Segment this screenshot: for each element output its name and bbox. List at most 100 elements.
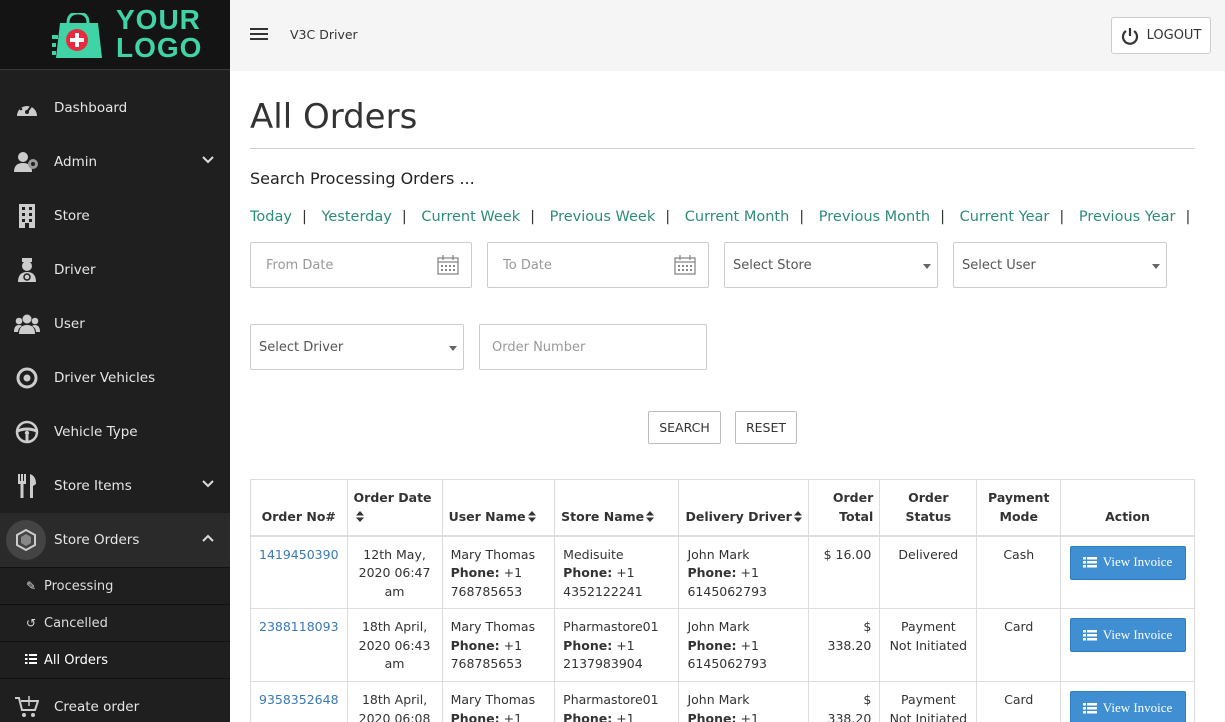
- select-store-dropdown[interactable]: Select Store: [724, 242, 938, 288]
- sidebar-item-label: Dashboard: [54, 100, 128, 116]
- sidebar-subitem-label: Cancelled: [44, 615, 108, 631]
- sidebar-item-user[interactable]: User: [0, 297, 230, 351]
- sidebar-item-driver-vehicles[interactable]: Driver Vehicles: [0, 351, 230, 405]
- logo-text: YOUR LOGO: [116, 6, 202, 62]
- driver-cell: John MarkPhone: +1 6145062793: [678, 608, 809, 682]
- to-date-placeholder: To Date: [503, 257, 552, 273]
- target-icon: [14, 365, 40, 391]
- col-label: Payment Mode: [988, 489, 1050, 524]
- filter-previous-month[interactable]: Previous Month: [819, 209, 930, 225]
- sidebar-item-driver[interactable]: Driver: [0, 243, 230, 297]
- sidebar-item-label: Store Orders: [54, 532, 140, 548]
- user-cell: Mary ThomasPhone: +1 768785653: [441, 535, 556, 609]
- order-total: $ 338.20: [807, 681, 881, 722]
- calendar-icon[interactable]: [437, 255, 459, 275]
- payment-mode: Cash: [976, 535, 1062, 609]
- order-number-link[interactable]: 1419450390: [259, 547, 339, 562]
- sidebar-item-vehicle-type[interactable]: Vehicle Type: [0, 405, 230, 459]
- cart-plus-icon: [14, 694, 40, 720]
- separator: |: [1059, 209, 1065, 225]
- logo-bag-icon: [52, 13, 102, 58]
- sidebar-item-store[interactable]: Store: [0, 189, 230, 243]
- sidebar-subitem-all-orders[interactable]: All Orders: [0, 641, 230, 678]
- search-button[interactable]: SEARCH: [648, 411, 721, 444]
- phone-label: Phone:: [450, 637, 500, 653]
- order-number-link[interactable]: 9358352648: [259, 692, 339, 707]
- sort-icon[interactable]: [527, 510, 536, 522]
- col-order-status: Order Status: [879, 479, 978, 537]
- col-label: Order No#: [261, 508, 336, 524]
- search-title: Search Processing Orders ...: [250, 169, 475, 188]
- from-date-input[interactable]: From Date: [250, 242, 472, 288]
- col-order-date[interactable]: Order Date: [346, 479, 443, 537]
- app-brand: V3C Driver: [290, 27, 358, 42]
- order-date: 18th April, 2020 06:08 am: [346, 681, 443, 722]
- sort-icon[interactable]: [646, 510, 655, 522]
- logo[interactable]: YOUR LOGO: [0, 0, 230, 70]
- col-user-name[interactable]: User Name: [441, 479, 556, 537]
- separator: |: [665, 209, 671, 225]
- table-header-row: Order No# Order Date User Name Store Nam…: [250, 479, 1195, 537]
- sidebar-item-create-order[interactable]: Create order: [0, 678, 230, 722]
- select-driver-dropdown[interactable]: Select Driver: [250, 324, 464, 370]
- view-invoice-button[interactable]: View Invoice: [1069, 691, 1186, 722]
- filter-today[interactable]: Today: [250, 209, 292, 225]
- sidebar-subitem-processing[interactable]: ✎ Processing: [0, 567, 230, 604]
- filter-yesterday[interactable]: Yesterday: [321, 209, 391, 225]
- driver-cell: John MarkPhone: +1 6145062793: [678, 681, 809, 722]
- filter-current-year[interactable]: Current Year: [960, 209, 1050, 225]
- calendar-icon[interactable]: [674, 255, 696, 275]
- sidebar-item-store-orders[interactable]: Store Orders: [0, 513, 230, 567]
- filter-current-week[interactable]: Current Week: [421, 209, 520, 225]
- payment-mode: Card: [976, 608, 1062, 682]
- sidebar-item-dashboard[interactable]: Dashboard: [0, 81, 230, 135]
- user-name: Mary Thomas: [450, 619, 536, 634]
- users-icon: [14, 311, 40, 337]
- order-number-input[interactable]: Order Number: [479, 324, 707, 370]
- select-user-dropdown[interactable]: Select User: [953, 242, 1167, 288]
- sidebar-item-label: Store Items: [54, 478, 132, 494]
- view-invoice-button[interactable]: View Invoice: [1069, 545, 1186, 580]
- phone-label: Phone:: [687, 710, 737, 722]
- sort-icon[interactable]: [355, 510, 364, 522]
- phone-label: Phone:: [563, 565, 613, 580]
- col-label: Order Total: [832, 489, 874, 524]
- order-total: $ 338.20: [807, 608, 881, 682]
- from-date-placeholder: From Date: [266, 257, 334, 273]
- view-invoice-button[interactable]: View Invoice: [1069, 618, 1186, 652]
- chevron-down-icon[interactable]: [202, 480, 214, 488]
- filter-previous-week[interactable]: Previous Week: [550, 209, 656, 225]
- view-invoice-label: View Invoice: [1102, 554, 1173, 570]
- order-number-link[interactable]: 2388118093: [259, 619, 339, 634]
- phone-label: Phone:: [450, 710, 500, 722]
- col-order-no[interactable]: Order No#: [250, 479, 348, 537]
- col-store-name[interactable]: Store Name: [554, 479, 680, 537]
- chevron-up-icon[interactable]: [202, 534, 214, 542]
- driver-name: John Mark: [687, 619, 750, 634]
- separator: |: [301, 209, 307, 225]
- logout-button[interactable]: LOGOUT: [1111, 17, 1211, 54]
- chevron-down-icon[interactable]: [202, 156, 214, 164]
- reset-button[interactable]: RESET: [735, 411, 797, 444]
- sort-icon[interactable]: [793, 510, 802, 522]
- pencil-icon: ✎: [25, 579, 37, 593]
- select-driver-value: Select Driver: [259, 339, 344, 355]
- filter-previous-year[interactable]: Previous Year: [1079, 209, 1176, 225]
- sidebar-subitem-label: Processing: [44, 578, 114, 594]
- store-name: Medisuite: [563, 546, 624, 562]
- table-row: 2388118093 18th April, 2020 06:43 am Mar…: [250, 608, 1195, 682]
- sidebar-item-store-items[interactable]: Store Items: [0, 459, 230, 513]
- filter-current-month[interactable]: Current Month: [685, 209, 790, 225]
- col-order-total: Order Total: [807, 479, 881, 537]
- to-date-input[interactable]: To Date: [487, 242, 709, 288]
- separator: |: [940, 209, 946, 225]
- undo-icon: ↺: [25, 616, 37, 630]
- sidebar-subitem-cancelled[interactable]: ↺ Cancelled: [0, 604, 230, 641]
- sidebar-item-label: Store: [54, 208, 90, 224]
- hamburger-menu-icon[interactable]: [250, 28, 268, 43]
- sidebar-item-admin[interactable]: Admin: [0, 135, 230, 189]
- col-label: Action: [1105, 508, 1150, 524]
- order-total: $ 16.00: [807, 535, 881, 609]
- col-delivery-driver[interactable]: Delivery Driver: [678, 479, 809, 537]
- sidebar-item-label: Driver: [54, 262, 96, 278]
